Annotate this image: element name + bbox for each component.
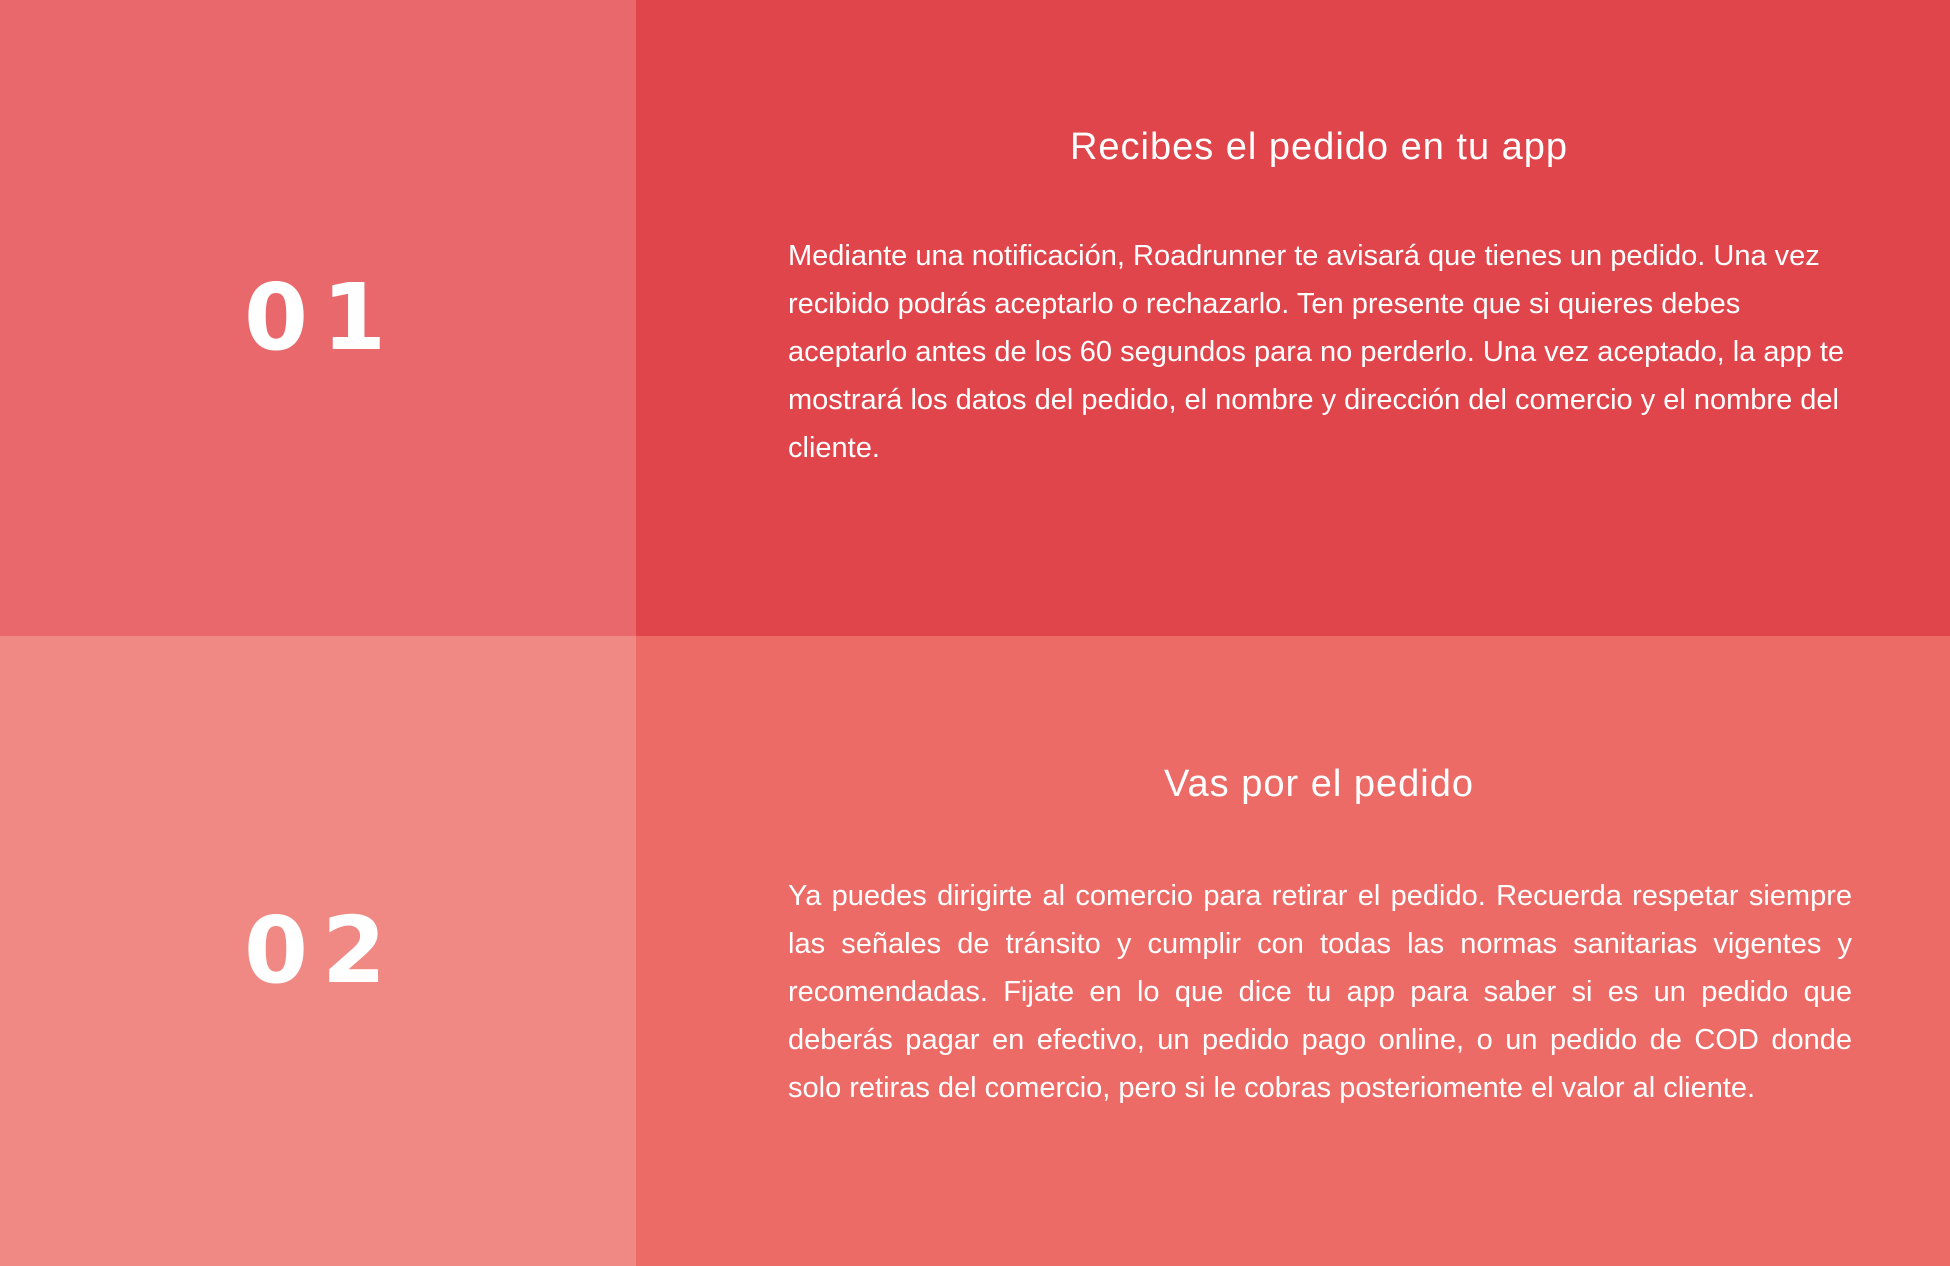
step-title: Recibes el pedido en tu app bbox=[1069, 126, 1569, 168]
step-number-panel: 02 bbox=[0, 636, 636, 1266]
step-row-2: 02 Vas por el pedido Ya puedes dirigirte… bbox=[0, 636, 1950, 1266]
step-number: 02 bbox=[243, 897, 401, 1004]
step-title: Vas por el pedido bbox=[1164, 763, 1474, 805]
step-number: 01 bbox=[243, 264, 401, 371]
step-number-panel: 01 bbox=[0, 0, 636, 636]
steps-section: 01 Recibes el pedido en tu app Mediante … bbox=[0, 0, 1950, 1266]
step-content-panel: Vas por el pedido Ya puedes dirigirte al… bbox=[636, 636, 1950, 1266]
step-row-1: 01 Recibes el pedido en tu app Mediante … bbox=[0, 0, 1950, 636]
step-description: Ya puedes dirigirte al comercio para ret… bbox=[788, 880, 1852, 1104]
step-content-panel: Recibes el pedido en tu app Mediante una… bbox=[636, 0, 1950, 636]
step-description: Mediante una notificación, Roadrunner te… bbox=[788, 240, 1845, 464]
